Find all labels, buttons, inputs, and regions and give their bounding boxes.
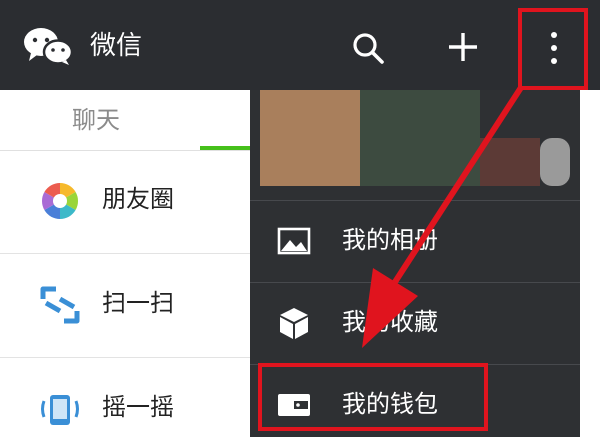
list-item-shake[interactable]: 摇一摇 — [0, 358, 250, 437]
list-item-label: 摇一摇 — [102, 393, 174, 421]
menu-item-my-album[interactable]: 我的相册 — [250, 200, 580, 282]
wechat-logo-icon — [24, 28, 74, 65]
search-icon[interactable] — [351, 31, 385, 65]
title-bar: 微信 — [0, 0, 600, 90]
profile-id-blurred — [480, 138, 540, 186]
profile-name-blurred — [360, 90, 480, 186]
tab-label: 聊天 — [72, 106, 120, 134]
list-item-scan[interactable]: 扫一扫 — [0, 254, 250, 358]
list-item-label: 扫一扫 — [102, 289, 174, 317]
list-item-label: 朋友圈 — [102, 185, 174, 213]
profile-header[interactable] — [250, 90, 580, 200]
menu-item-label: 我的收藏 — [342, 308, 438, 336]
app-title: 微信 — [90, 31, 143, 61]
avatar — [260, 90, 360, 186]
annotation-box-wallet — [258, 363, 488, 431]
profile-extra-blurred — [540, 138, 570, 186]
menu-item-label: 我的相册 — [342, 226, 438, 254]
scan-icon — [40, 286, 80, 324]
menu-item-my-favorites[interactable]: 我的收藏 — [250, 282, 580, 364]
tab-chat[interactable]: 聊天 — [0, 90, 250, 151]
annotation-box-more — [518, 8, 588, 90]
photo-album-icon — [277, 227, 311, 255]
list-item-moments[interactable]: 朋友圈 — [0, 150, 250, 254]
shake-icon — [41, 395, 79, 425]
discover-panel: 聊天 朋友圈 扫一扫 摇一摇 — [0, 90, 250, 437]
plus-icon[interactable] — [446, 30, 480, 64]
moments-icon — [41, 183, 79, 219]
favorites-cube-icon — [280, 308, 308, 339]
